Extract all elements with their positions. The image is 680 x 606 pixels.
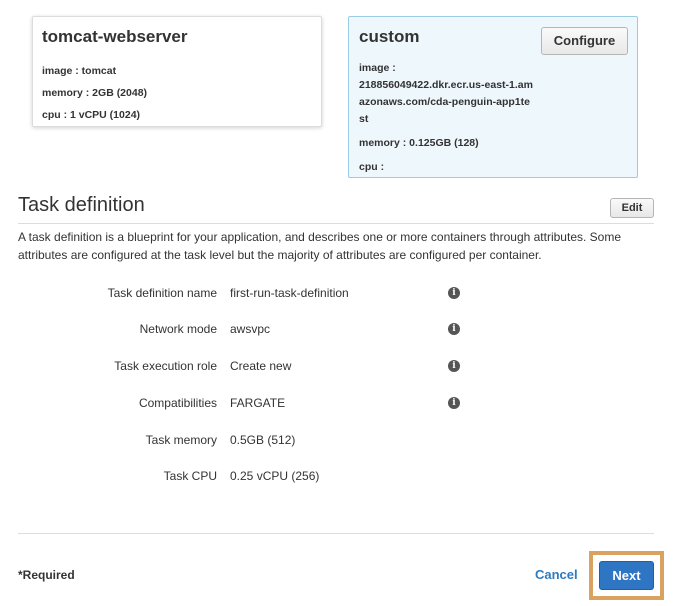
container-memory: memory : 0.125GB (128) [359, 137, 479, 149]
row-task-memory: Task memory 0.5GB (512) [0, 430, 680, 450]
next-button-highlight: Next [589, 551, 664, 600]
divider [18, 533, 654, 534]
edit-button[interactable]: Edit [610, 198, 654, 218]
container-cpu: cpu : 1 vCPU (1024) [42, 109, 141, 121]
row-label: Task execution role [114, 359, 217, 373]
row-label: Task definition name [107, 286, 217, 300]
row-task-execution-role: Task execution role Create new i [0, 356, 680, 376]
row-task-definition-name: Task definition name first-run-task-defi… [0, 283, 680, 303]
row-value: Create new [230, 359, 292, 373]
row-network-mode: Network mode awsvpc i [0, 319, 680, 339]
configure-button[interactable]: Configure [541, 27, 628, 55]
section-title: Task definition [18, 194, 145, 216]
row-value: 0.25 vCPU (256) [230, 469, 320, 483]
row-value: first-run-task-definition [230, 286, 349, 300]
cancel-link[interactable]: Cancel [535, 567, 578, 582]
container-card-custom[interactable]: custom Configure image : 218856049422.dk… [348, 16, 638, 178]
row-label: Task CPU [163, 469, 217, 483]
container-cpu: cpu : [359, 161, 385, 173]
info-icon[interactable]: i [448, 287, 460, 299]
row-value: FARGATE [230, 396, 286, 410]
row-label: Compatibilities [138, 396, 217, 410]
container-image: image : tomcat [42, 65, 117, 77]
required-note: *Required [18, 568, 75, 582]
container-title: tomcat-webserver [42, 27, 188, 46]
container-image-label: image : [359, 62, 396, 74]
container-image-value: 218856049422.dkr.ecr.us-east-1.amazonaws… [359, 79, 533, 125]
row-task-cpu: Task CPU 0.25 vCPU (256) [0, 466, 680, 486]
row-value: 0.5GB (512) [230, 433, 296, 447]
section-description: A task definition is a blueprint for you… [18, 230, 622, 262]
row-label: Network mode [139, 322, 217, 336]
container-memory: memory : 2GB (2048) [42, 87, 148, 99]
divider [18, 223, 654, 224]
container-card-tomcat-webserver[interactable]: tomcat-webserver image : tomcat memory :… [32, 16, 322, 127]
info-icon[interactable]: i [448, 323, 460, 335]
row-value: awsvpc [230, 322, 271, 336]
row-compatibilities: Compatibilities FARGATE i [0, 393, 680, 413]
info-icon[interactable]: i [448, 360, 460, 372]
row-label: Task memory [145, 433, 217, 447]
next-button[interactable]: Next [599, 561, 654, 590]
info-icon[interactable]: i [448, 397, 460, 409]
